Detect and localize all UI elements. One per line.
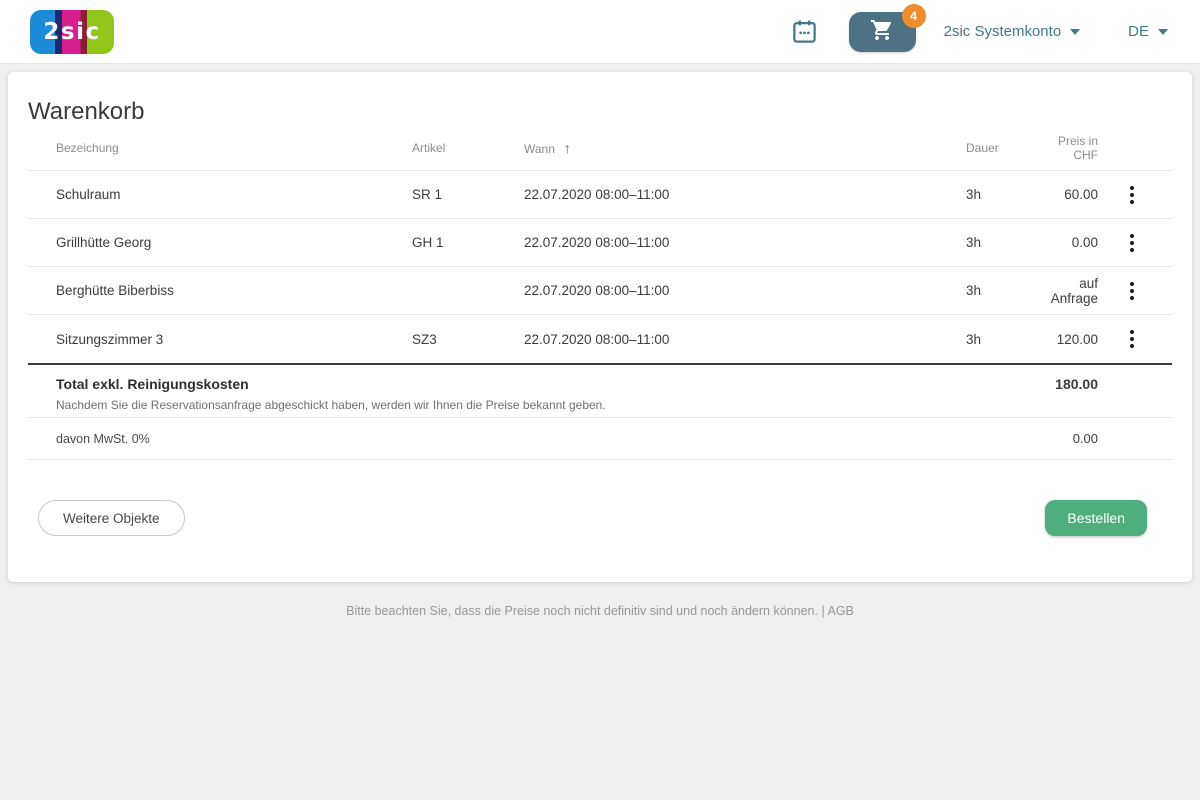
cart-button[interactable]: 4 — [849, 12, 916, 52]
row-price: 60.00 — [1038, 187, 1124, 202]
vat-label: davon MwSt. 0% — [28, 432, 1038, 446]
sort-ascending-icon: ↑ — [564, 140, 571, 156]
row-article: SR 1 — [384, 187, 496, 202]
total-amount: 180.00 — [1038, 365, 1124, 392]
vat-amount: 0.00 — [1038, 431, 1124, 446]
row-name: Schulraum — [28, 187, 384, 202]
account-menu[interactable]: 2sic Systemkonto — [944, 23, 1081, 40]
row-name: Grillhütte Georg — [28, 235, 384, 250]
footer-notice: Bitte beachten Sie, dass die Preise noch… — [346, 604, 818, 618]
shopping-cart-icon — [870, 18, 894, 45]
brand-logo-text: 2sic — [43, 19, 100, 45]
page-title: Warenkorb — [28, 72, 1172, 126]
chevron-down-icon — [1158, 29, 1168, 35]
more-objects-button[interactable]: Weitere Objekte — [38, 500, 185, 536]
column-header-dauer[interactable]: Dauer — [938, 141, 1038, 155]
language-label: DE — [1128, 23, 1149, 40]
footer-separator: | — [821, 604, 824, 618]
row-when: 22.07.2020 08:00–11:00 — [496, 332, 938, 347]
column-header-preis[interactable]: Preis in CHF — [1038, 134, 1124, 162]
table-row: Berghütte Biberbiss 22.07.2020 08:00–11:… — [28, 267, 1172, 315]
row-price: auf Anfrage — [1038, 276, 1124, 306]
brand-logo[interactable]: 2sic — [30, 10, 114, 54]
table-row: Schulraum SR 1 22.07.2020 08:00–11:00 3h… — [28, 171, 1172, 219]
row-duration: 3h — [938, 187, 1038, 202]
table-row: Grillhütte Georg GH 1 22.07.2020 08:00–1… — [28, 219, 1172, 267]
row-price: 0.00 — [1038, 235, 1124, 250]
account-label: 2sic Systemkonto — [944, 23, 1062, 40]
row-duration: 3h — [938, 235, 1038, 250]
row-price: 120.00 — [1038, 332, 1124, 347]
table-row: Sitzungszimmer 3 SZ3 22.07.2020 08:00–11… — [28, 315, 1172, 363]
row-when: 22.07.2020 08:00–11:00 — [496, 187, 938, 202]
row-duration: 3h — [938, 283, 1038, 298]
table-header-row: Bezeichung Artikel Wann ↑ Dauer Preis in … — [28, 126, 1172, 171]
row-menu-button[interactable] — [1124, 325, 1140, 353]
total-label-cell: Total exkl. Reinigungskosten Nachdem Sie… — [28, 365, 1038, 412]
agb-link[interactable]: AGB — [827, 604, 853, 618]
row-menu-button[interactable] — [1124, 277, 1140, 305]
row-menu-button[interactable] — [1124, 181, 1140, 209]
column-header-artikel[interactable]: Artikel — [384, 141, 496, 155]
topbar-actions: 4 2sic Systemkonto DE — [791, 12, 1178, 52]
cart-count-badge: 4 — [902, 4, 926, 28]
total-label: Total exkl. Reinigungskosten — [56, 376, 1038, 392]
total-row: Total exkl. Reinigungskosten Nachdem Sie… — [28, 363, 1172, 418]
page-footer: Bitte beachten Sie, dass die Preise noch… — [0, 582, 1200, 618]
row-menu-button[interactable] — [1124, 229, 1140, 257]
chevron-down-icon — [1070, 29, 1080, 35]
language-menu[interactable]: DE — [1128, 23, 1168, 40]
row-name: Sitzungszimmer 3 — [28, 332, 384, 347]
row-duration: 3h — [938, 332, 1038, 347]
calendar-button[interactable] — [791, 18, 819, 46]
vat-row: davon MwSt. 0% 0.00 — [28, 418, 1172, 460]
row-when: 22.07.2020 08:00–11:00 — [496, 235, 938, 250]
card-actions: Weitere Objekte Bestellen — [28, 500, 1172, 536]
column-header-wann-label: Wann — [524, 142, 555, 156]
column-header-wann[interactable]: Wann ↑ — [496, 140, 938, 156]
row-name: Berghütte Biberbiss — [28, 283, 384, 298]
top-navigation-bar: 2sic 4 2sic Syst — [0, 0, 1200, 64]
row-article: SZ3 — [384, 332, 496, 347]
total-note: Nachdem Sie die Reservationsanfrage abge… — [56, 398, 1038, 412]
cart-card: Warenkorb Bezeichung Artikel Wann ↑ Dauer… — [8, 72, 1192, 582]
row-article: GH 1 — [384, 235, 496, 250]
row-when: 22.07.2020 08:00–11:00 — [496, 283, 938, 298]
calendar-icon — [791, 33, 818, 48]
column-header-bezeichung[interactable]: Bezeichung — [28, 141, 384, 155]
order-button[interactable]: Bestellen — [1045, 500, 1147, 536]
